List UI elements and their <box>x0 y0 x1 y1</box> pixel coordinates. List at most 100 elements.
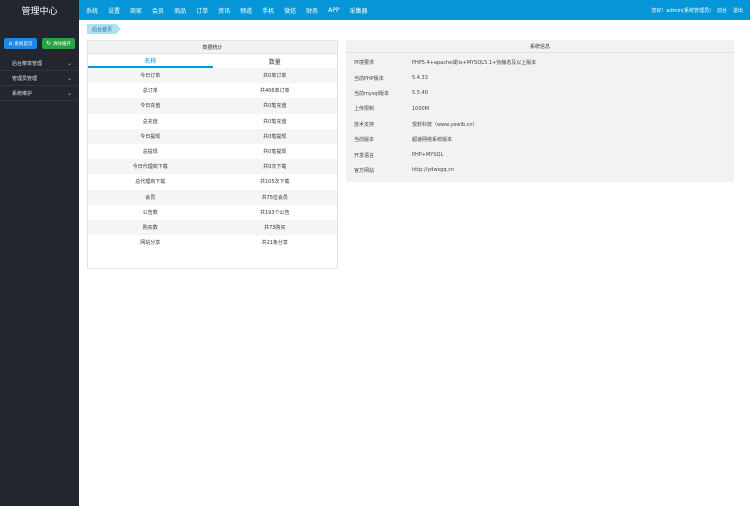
info-row: 当前版本 超速网络系统版本 <box>346 132 734 147</box>
info-key: 当前版本 <box>354 137 375 144</box>
info-value: PHP5.4+apache或iis+MYSQL5.1+伪静态及以上版本 <box>412 60 537 67</box>
sidebar-item-label: 后台菜单管理 <box>12 60 43 67</box>
user-greeting[interactable]: 您好！admin(系统管理员) <box>651 7 711 14</box>
stat-name: 购买数 <box>142 224 158 231</box>
sidebar-item-label: 系统维护 <box>12 90 33 97</box>
info-value: 悦软科技（www.yewlb.cn） <box>412 121 478 128</box>
sidebar-menu: 后台菜单管理 ⌄ 管理员管理 ⌄ 系统维护 ⌄ <box>0 56 79 101</box>
table-row: 总代理商下载 共105次下载 <box>88 174 337 189</box>
table-row: 公告数 共193个公告 <box>88 205 337 220</box>
stat-value: 共21条分享 <box>261 240 288 247</box>
topnav-item[interactable]: 手机 <box>262 6 274 15</box>
tab-name[interactable]: 名称 <box>88 54 213 68</box>
table-row: 今日代理商下载 共0次下载 <box>88 159 337 175</box>
info-row: 环境要求 PHP5.4+apache或iis+MYSQL5.1+伪静态及以上版本 <box>346 55 734 70</box>
system-info-list: 环境要求 PHP5.4+apache或iis+MYSQL5.1+伪静态及以上版本当… <box>346 53 734 178</box>
table-row: 购买数 共73购买 <box>88 219 337 236</box>
clear-cache-button[interactable]: ↻ 清除缓存 <box>42 38 75 49</box>
stat-name: 总订单 <box>142 88 158 95</box>
info-key: 开发语言 <box>354 152 375 159</box>
top-navbar: 系统 设置 商家 会员 商品 订单 资讯 频道 手机 微信 财务 APP 采集器… <box>79 0 750 20</box>
stat-value: 共0笔充值 <box>263 103 287 110</box>
top-nav-menu: 系统 设置 商家 会员 商品 订单 资讯 频道 手机 微信 财务 APP 采集器 <box>86 0 378 20</box>
stat-value: 共0笔提现 <box>263 133 287 140</box>
info-key: 官方网站 <box>354 167 375 174</box>
chevron-down-icon: ⌄ <box>66 89 72 97</box>
stat-name: 今日充值 <box>140 103 161 110</box>
topnav-item[interactable]: 系统 <box>86 6 98 15</box>
system-info-panel: 系统信息 环境要求 PHP5.4+apache或iis+MYSQL5.1+伪静态及… <box>346 40 734 182</box>
stat-name: 会员 <box>145 194 156 201</box>
stats-panel-title: 数据统计 <box>88 41 337 54</box>
info-key: 环境要求 <box>354 60 375 67</box>
stat-name: 总提现 <box>142 149 158 156</box>
info-row: 上传限制 1000M <box>346 101 734 116</box>
stat-name: 今日代理商下载 <box>132 164 168 171</box>
clear-cache-label: 清除缓存 <box>53 41 72 47</box>
stat-value: 共406单订单 <box>259 88 290 95</box>
table-row: 网站分享 共21条分享 <box>88 235 337 250</box>
refresh-icon: ↻ <box>45 40 52 47</box>
info-row: 技术支持 悦软科技（www.yewlb.cn） <box>346 117 734 132</box>
home-button-label: 系统首页 <box>14 41 33 47</box>
table-row: 总充值 共0笔充值 <box>88 114 337 129</box>
topnav-item[interactable]: APP <box>328 7 339 14</box>
topnav-item[interactable]: 订单 <box>196 6 208 15</box>
topnav-item[interactable]: 会员 <box>152 6 164 15</box>
stats-panel: 数据统计 名称 数量 今日订单 共0单订单 总订单 共406单订单 今日充值 共0笔充值总… <box>87 40 338 269</box>
stat-value: 共0次下载 <box>263 164 287 171</box>
info-row: 开发语言 PHP+MYSQL <box>346 147 734 162</box>
topnav-item[interactable]: 商家 <box>130 6 142 15</box>
topnav-item[interactable]: 财务 <box>306 6 318 15</box>
stats-tabs: 名称 数量 <box>88 54 337 68</box>
info-key: 上传限制 <box>354 106 375 113</box>
info-value: http://ydwsgq.cn <box>412 167 454 174</box>
table-row: 总提现 共0笔提现 <box>88 144 337 159</box>
app-title: 管理中心 <box>0 0 79 20</box>
info-value: 超速网络系统版本 <box>412 137 453 144</box>
stat-value: 共0单订单 <box>263 73 287 80</box>
stat-name: 总充值 <box>142 118 158 125</box>
info-value: 1000M <box>412 105 430 112</box>
topnav-item[interactable]: 采集器 <box>350 6 368 15</box>
info-row: 官方网站 http://ydwsgq.cn <box>346 163 734 178</box>
sidebar-item-menu-manage[interactable]: 后台菜单管理 ⌄ <box>0 56 79 71</box>
home-button[interactable]: ⌂ 系统首页 <box>4 38 37 49</box>
stat-value: 共0笔提现 <box>263 149 287 156</box>
info-value: 5.5.40 <box>412 90 428 97</box>
info-key: 技术支持 <box>354 121 375 128</box>
topnav-item[interactable]: 商品 <box>174 6 186 15</box>
stat-name: 总代理商下载 <box>135 179 166 186</box>
info-key: 当前PHP版本 <box>354 75 384 82</box>
breadcrumb[interactable]: 后台首页 <box>87 24 121 34</box>
chevron-down-icon: ⌄ <box>66 59 72 67</box>
table-row: 会员 共75位会员 <box>88 189 337 205</box>
topnav-item[interactable]: 设置 <box>108 6 120 15</box>
topnav-item[interactable]: 微信 <box>284 6 296 15</box>
system-info-title: 系统信息 <box>346 40 734 53</box>
stat-value: 共73购买 <box>264 224 286 231</box>
topnav-item[interactable]: 资讯 <box>218 6 230 15</box>
tab-count[interactable]: 数量 <box>213 54 338 68</box>
sidebar: ⌂ 系统首页 ↻ 清除缓存 后台菜单管理 ⌄ 管理员管理 ⌄ 系统维护 ⌄ <box>0 20 79 506</box>
sidebar-item-admin-manage[interactable]: 管理员管理 ⌄ <box>0 71 79 86</box>
stats-table: 今日订单 共0单订单 总订单 共406单订单 今日充值 共0笔充值 总充值 共0笔充值 今日提现… <box>88 68 337 250</box>
frontend-link[interactable]: 前台 <box>717 7 727 14</box>
topnav-item[interactable]: 频道 <box>240 6 252 15</box>
table-row: 今日提现 共0笔提现 <box>88 128 337 144</box>
stat-name: 今日提现 <box>140 133 161 140</box>
sidebar-item-system-maintenance[interactable]: 系统维护 ⌄ <box>0 86 79 101</box>
sidebar-item-label: 管理员管理 <box>12 75 38 82</box>
home-icon: ⌂ <box>8 40 13 47</box>
stat-name: 今日订单 <box>140 73 161 80</box>
stat-name: 网站分享 <box>140 240 161 247</box>
table-row: 总订单 共406单订单 <box>88 83 337 98</box>
info-value: PHP+MYSQL <box>412 152 444 159</box>
table-row: 今日订单 共0单订单 <box>88 68 337 84</box>
table-row: 今日充值 共0笔充值 <box>88 98 337 114</box>
info-value: 5.4.33 <box>412 75 428 82</box>
stat-value: 共105次下载 <box>259 179 290 186</box>
stat-value: 共193个公告 <box>259 209 290 216</box>
logout-link[interactable]: 退出 <box>733 7 743 14</box>
chevron-down-icon: ⌄ <box>66 74 72 82</box>
